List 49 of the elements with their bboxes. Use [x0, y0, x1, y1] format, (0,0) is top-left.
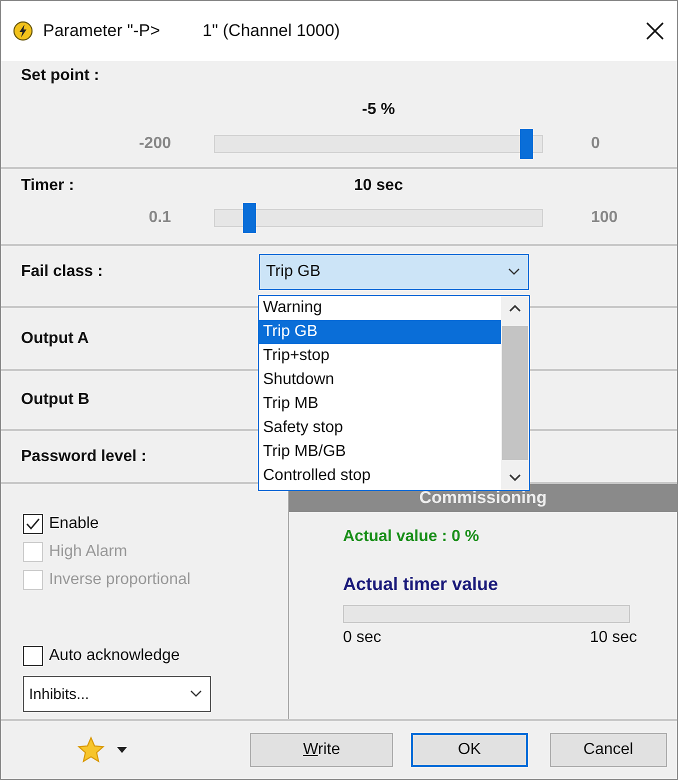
window-title: Parameter "-P> 1" (Channel 1000)	[43, 21, 341, 41]
set-point-label: Set point :	[21, 67, 100, 84]
fail-class-dropdown[interactable]: Trip GB	[259, 254, 529, 290]
bar-min: 0 sec	[343, 629, 382, 647]
checkbox-label: Auto acknowledge	[49, 647, 180, 665]
slider-min: 0.1	[148, 209, 172, 227]
slider-max: 100	[590, 209, 619, 227]
checkbox-label: Inverse proportional	[49, 571, 190, 589]
set-point-slider[interactable]	[214, 129, 543, 159]
dialog-button[interactable]: Cancel	[550, 733, 667, 767]
chevron-down-icon[interactable]	[509, 474, 521, 482]
lightning-icon	[13, 21, 33, 41]
timer-slider[interactable]	[214, 203, 543, 233]
dialog-button[interactable]: OK	[411, 733, 528, 767]
dropdown-option[interactable]: Trip GB	[259, 320, 501, 344]
row-label: Password level :	[21, 448, 146, 466]
timer-heading: Actual timer value	[343, 574, 500, 595]
checkbox-label: Enable	[49, 515, 99, 533]
chevron-up-icon[interactable]	[509, 304, 521, 312]
timer-value: 10 sec	[353, 177, 404, 195]
checkbox-label: High Alarm	[49, 543, 128, 561]
dropdown-option[interactable]: Trip MB	[259, 392, 501, 416]
chevron-down-icon	[190, 690, 202, 698]
dropdown-option[interactable]: Warning	[259, 296, 501, 320]
bar-max: 10 sec	[590, 629, 637, 647]
slider-max: 0	[590, 135, 601, 153]
timer-label: Timer :	[21, 177, 76, 195]
row-label: Output B	[21, 391, 90, 409]
dropdown-option[interactable]: Shutdown	[259, 368, 501, 392]
dropdown-option[interactable]: Trip+stop	[259, 344, 501, 368]
fail-class-label: Fail class :	[21, 263, 104, 281]
star-icon[interactable]	[77, 736, 105, 764]
caret-icon[interactable]	[117, 747, 127, 753]
scrollbar[interactable]	[501, 296, 529, 490]
scrollbar-thumb[interactable]	[502, 326, 528, 460]
dropdown-option[interactable]: Safety stop	[259, 416, 501, 440]
close-icon[interactable]	[645, 21, 665, 41]
checkbox[interactable]	[23, 646, 43, 666]
row-label: Output A	[21, 330, 89, 348]
slider-min: -200	[138, 135, 172, 153]
slider-thumb[interactable]	[520, 129, 533, 159]
slider-thumb[interactable]	[243, 203, 256, 233]
dialog-button[interactable]: Write	[250, 733, 394, 767]
dropdown-option[interactable]: Trip MB/GB	[259, 440, 501, 464]
checkbox[interactable]	[23, 514, 43, 534]
chevron-down-icon	[508, 268, 520, 276]
inhibits-dropdown[interactable]: Inhibits...	[23, 676, 211, 712]
actual-value: Actual value : 0 %	[343, 528, 480, 546]
set-point-value: -5 %	[361, 101, 396, 119]
